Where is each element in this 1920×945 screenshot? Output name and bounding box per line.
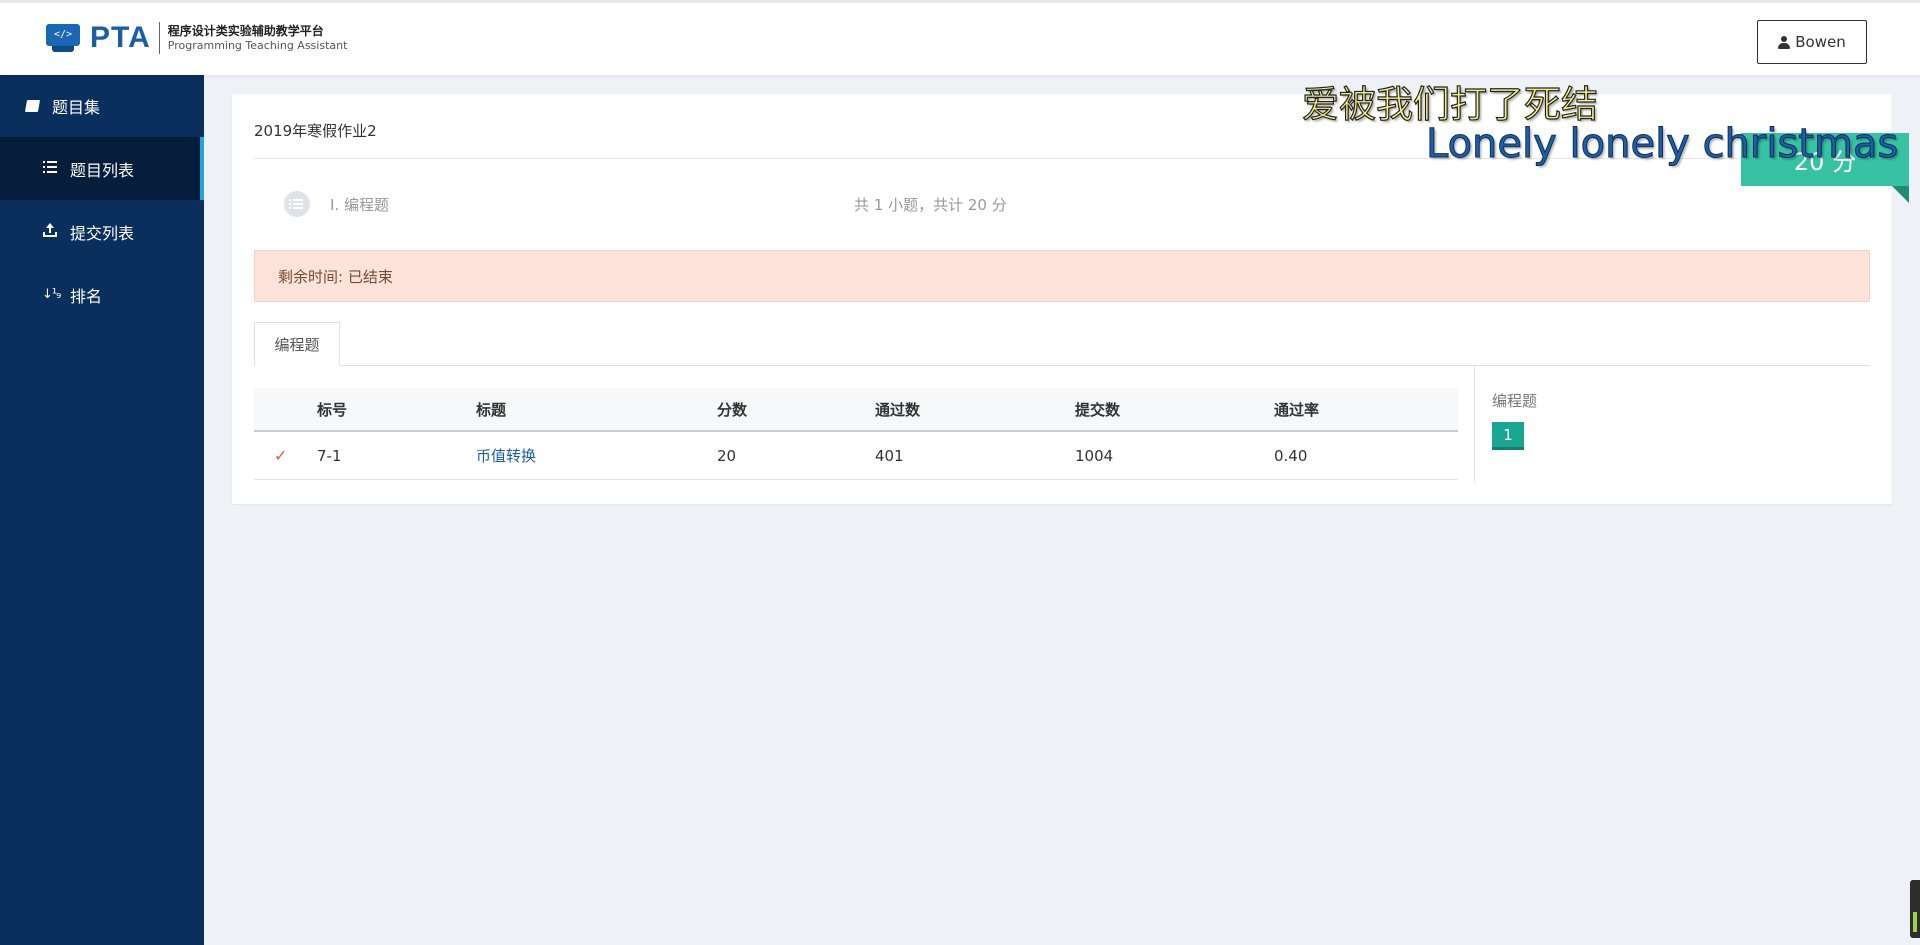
col-title: 标题 — [476, 400, 507, 419]
check-icon: ✓ — [274, 446, 288, 465]
problem-passed: 401 — [875, 446, 904, 465]
lyric-line-1: 爱被我们打了死结 — [1301, 82, 1598, 126]
sidebar-item-ranking[interactable]: ↓¹₉ 排名 — [0, 263, 204, 326]
logo-text: PTA — [90, 21, 151, 54]
sidebar: 题目集 题目列表 提交列表 ↓¹₉ 排名 — [0, 75, 204, 945]
logo-divider — [158, 22, 160, 54]
sidebar-item-label: 提交列表 — [70, 223, 135, 243]
subtitle-en: Programming Teaching Assistant — [167, 39, 348, 52]
top-header: </> PTA 程序设计类实验辅助教学平台 Programming Teachi… — [0, 0, 1920, 75]
lyric-line-2: Lonely lonely christmas — [1425, 121, 1899, 168]
col-passed: 通过数 — [875, 400, 921, 419]
col-score: 分数 — [717, 400, 748, 419]
table-header: 标号 标题 分数 通过数 提交数 通过率 — [254, 388, 1458, 432]
problem-score: 20 — [717, 446, 737, 465]
edge-widget[interactable] — [1910, 880, 1920, 938]
panel-divider — [1474, 366, 1475, 482]
sidebar-item-submissions[interactable]: 提交列表 — [0, 200, 204, 263]
sidebar-title[interactable]: 题目集 — [0, 75, 204, 137]
page-title: 2019年寒假作业2 — [254, 122, 377, 140]
problem-index-panel: 编程题 1 — [1492, 390, 1537, 450]
user-menu-button[interactable]: Bowen — [1757, 20, 1867, 64]
problem-id: 7-1 — [317, 446, 342, 465]
panel-label: 编程题 — [1492, 392, 1538, 410]
upload-icon — [42, 222, 58, 241]
tab-divider — [254, 365, 1870, 366]
sidebar-item-problem-list[interactable]: 题目列表 — [0, 137, 204, 200]
code-screen-icon: </> — [44, 22, 84, 54]
problem-number-badge[interactable]: 1 — [1492, 422, 1524, 450]
book-icon — [24, 97, 41, 116]
list-icon — [42, 160, 58, 177]
list-circle-icon — [284, 191, 310, 217]
sidebar-title-label: 题目集 — [52, 98, 101, 117]
user-icon — [1778, 35, 1791, 49]
section-header: I. 编程题 — [284, 189, 1284, 219]
logo-subtitle: 程序设计类实验辅助教学平台 Programming Teaching Assis… — [168, 23, 348, 53]
problem-submitted: 1004 — [1075, 446, 1114, 465]
col-submitted: 提交数 — [1075, 400, 1121, 419]
col-id: 标号 — [317, 400, 348, 419]
tab-programming[interactable]: 编程题 — [254, 322, 340, 366]
pta-logo[interactable]: </> PTA 程序设计类实验辅助教学平台 Programming Teachi… — [44, 21, 347, 55]
user-name: Bowen — [1795, 33, 1846, 51]
subtitle-cn: 程序设计类实验辅助教学平台 — [167, 24, 324, 38]
table-row[interactable]: ✓ 7-1 币值转换 20 401 1004 0.40 — [254, 432, 1458, 480]
problem-title-link[interactable]: 币值转换 — [476, 445, 717, 466]
section-summary: 共 1 小题，共计 20 分 — [854, 196, 1007, 214]
section-name: I. 编程题 — [330, 195, 389, 214]
col-pass-rate: 通过率 — [1274, 400, 1320, 419]
sidebar-item-label: 题目列表 — [70, 160, 135, 180]
ribbon-fold — [1892, 186, 1909, 203]
sort-icon: ↓¹₉ — [42, 287, 61, 302]
sidebar-item-label: 排名 — [70, 286, 103, 306]
problem-pass-rate: 0.40 — [1274, 446, 1308, 465]
remaining-time-alert: 剩余时间: 已结束 — [254, 250, 1870, 302]
problem-table: 标号 标题 分数 通过数 提交数 通过率 ✓ 7-1 币值转换 20 401 1… — [254, 388, 1458, 480]
